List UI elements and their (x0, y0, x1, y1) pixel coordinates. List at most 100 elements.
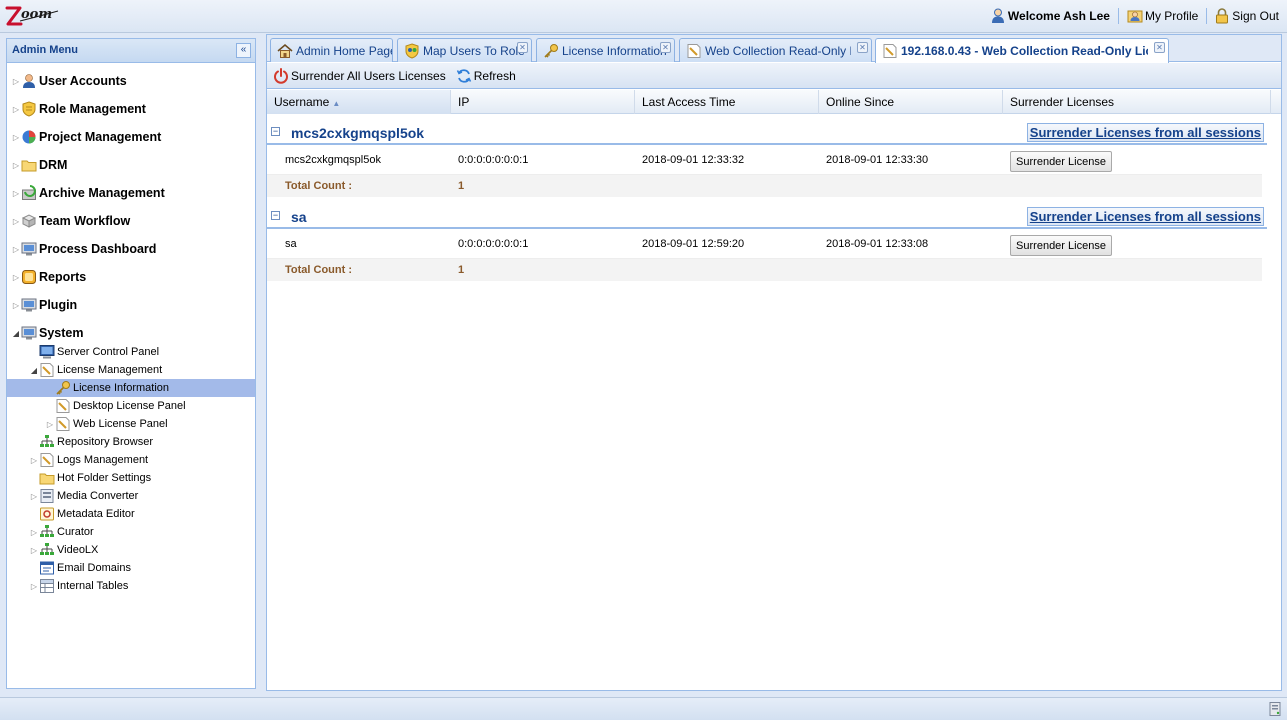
tab-strip: Admin Home Page Map Users To Role ✕ Lice… (267, 35, 1281, 63)
sidebar-item-internal-tables[interactable]: ▷ Internal Tables (7, 577, 255, 595)
close-icon[interactable]: ✕ (517, 42, 528, 53)
expand-arrow-icon[interactable]: ▷ (11, 245, 21, 254)
surrender-all-licenses-button[interactable]: Surrender All Users Licenses (273, 67, 446, 84)
sidebar-item-license-management[interactable]: ◢ License Management (7, 361, 255, 379)
group-header: − mcs2cxkgmqspl5ok Surrender Licenses fr… (267, 121, 1267, 145)
sign-out-link[interactable]: Sign Out (1215, 8, 1279, 24)
admin-menu-title: Admin Menu (12, 44, 78, 56)
surrender-licenses-all-sessions-button[interactable]: Surrender Licenses from all sessions (1026, 207, 1264, 226)
status-bar (0, 697, 1287, 720)
sidebar-item-system[interactable]: ◢ System (7, 321, 255, 345)
sidebar-item-role-management[interactable]: ▷ Role Management (7, 97, 255, 121)
table-row: sa 0:0:0:0:0:0:0:1 2018-09-01 12:59:20 2… (267, 231, 1262, 259)
sidebar-item-team-workflow[interactable]: ▷ Team Workflow (7, 209, 255, 233)
grid-header: Username ▲ IP Last Access Time Online Sin… (267, 90, 1281, 114)
total-count-label: Total Count : (285, 180, 352, 192)
sidebar-item-drm[interactable]: ▷ DRM (7, 153, 255, 177)
sidebar-item-license-information[interactable]: License Information (7, 379, 255, 397)
close-icon[interactable]: ✕ (1154, 42, 1165, 53)
total-count-row: Total Count : 1 (267, 259, 1262, 281)
expand-arrow-icon[interactable]: ▷ (29, 528, 39, 537)
expand-arrow-icon[interactable]: ▷ (11, 301, 21, 310)
collapse-group-icon[interactable]: − (271, 127, 280, 136)
refresh-button[interactable]: Refresh (456, 68, 516, 84)
sidebar-item-server-control-panel[interactable]: Server Control Panel (7, 343, 255, 361)
sidebar-item-user-accounts[interactable]: ▷ User Accounts (7, 69, 255, 93)
sidebar-item-email-domains[interactable]: Email Domains (7, 559, 255, 577)
license-icon (39, 452, 55, 468)
expand-arrow-icon[interactable]: ▷ (11, 161, 21, 170)
expand-arrow-icon[interactable]: ▷ (29, 546, 39, 555)
expand-arrow-icon[interactable]: ▷ (29, 492, 39, 501)
surrender-licenses-all-sessions-button[interactable]: Surrender Licenses from all sessions (1026, 123, 1264, 142)
tab-active-web-collection-license[interactable]: 192.168.0.43 - Web Collection Read-Only … (875, 38, 1169, 63)
tab-license-information[interactable]: License Information ✕ (536, 38, 675, 62)
surrender-license-button[interactable]: Surrender License (1010, 235, 1112, 256)
expand-arrow-icon[interactable]: ▷ (45, 420, 55, 429)
collapse-group-icon[interactable]: − (271, 211, 280, 220)
tab-web-collection-read-only-license[interactable]: Web Collection Read-Only Licen ✕ (679, 38, 872, 62)
sidebar-item-project-management[interactable]: ▷ Project Management (7, 125, 255, 149)
total-count-row: Total Count : 1 (267, 175, 1262, 197)
sidebar-item-hot-folder-settings[interactable]: Hot Folder Settings (7, 469, 255, 487)
expand-arrow-icon[interactable]: ▷ (11, 273, 21, 282)
sidebar-item-repository-browser[interactable]: Repository Browser (7, 433, 255, 451)
my-profile-link[interactable]: My Profile (1127, 8, 1198, 24)
collapse-arrow-icon[interactable]: ◢ (11, 329, 21, 338)
license-icon (55, 416, 71, 432)
username-cell: mcs2cxkgmqspl5ok (285, 154, 381, 166)
tree-icon (39, 434, 55, 450)
ip-cell: 0:0:0:0:0:0:0:1 (458, 238, 529, 250)
zoom-logo: oom (4, 2, 60, 30)
close-icon[interactable]: ✕ (660, 42, 671, 53)
sidebar-item-plugin[interactable]: ▷ Plugin (7, 293, 255, 317)
expand-arrow-icon[interactable]: ▷ (29, 582, 39, 591)
group-name: sa (291, 209, 307, 225)
sort-ascending-icon: ▲ (332, 99, 341, 108)
converter-icon (39, 488, 55, 504)
sidebar-item-desktop-license-panel[interactable]: Desktop License Panel (7, 397, 255, 415)
key-icon (55, 380, 71, 396)
sidebar-item-archive-management[interactable]: ▷ Archive Management (7, 181, 255, 205)
main-panel: Admin Home Page Map Users To Role ✕ Lice… (266, 34, 1282, 691)
folder-icon (21, 157, 37, 173)
sidebar-item-metadata-editor[interactable]: Metadata Editor (7, 505, 255, 523)
divider (1117, 8, 1119, 24)
server-status-icon (1267, 701, 1283, 717)
close-icon[interactable]: ✕ (857, 42, 868, 53)
expand-arrow-icon[interactable]: ▷ (29, 456, 39, 465)
sidebar-item-curator[interactable]: ▷ Curator (7, 523, 255, 541)
surrender-license-button[interactable]: Surrender License (1010, 151, 1112, 172)
tab-map-users-to-role[interactable]: Map Users To Role ✕ (397, 38, 532, 62)
column-header-last-access-time[interactable]: Last Access Time (635, 90, 819, 114)
expand-arrow-icon[interactable]: ▷ (11, 133, 21, 142)
sidebar-item-process-dashboard[interactable]: ▷ Process Dashboard (7, 237, 255, 261)
online-since-cell: 2018-09-01 12:33:30 (826, 154, 929, 166)
column-header-username[interactable]: Username ▲ (267, 90, 451, 114)
system-icon (21, 325, 37, 341)
archive-icon (21, 185, 37, 201)
sign-out-label: Sign Out (1232, 9, 1279, 23)
sidebar-item-videolx[interactable]: ▷ VideoLX (7, 541, 255, 559)
column-header-online-since[interactable]: Online Since (819, 90, 1003, 114)
column-header-surrender-licenses[interactable]: Surrender Licenses (1003, 90, 1271, 114)
collapse-panel-button[interactable]: « (236, 43, 251, 58)
tab-admin-home-page[interactable]: Admin Home Page (270, 38, 393, 62)
table-icon (39, 578, 55, 594)
plugin-icon (21, 297, 37, 313)
column-header-ip[interactable]: IP (451, 90, 635, 114)
total-count-value: 1 (458, 180, 465, 192)
profile-icon (1127, 8, 1143, 24)
shield-icon (21, 101, 37, 117)
license-icon (55, 398, 71, 414)
sidebar-item-media-converter[interactable]: ▷ Media Converter (7, 487, 255, 505)
sidebar-item-web-license-panel[interactable]: ▷ Web License Panel (7, 415, 255, 433)
expand-arrow-icon[interactable]: ▷ (11, 217, 21, 226)
expand-arrow-icon[interactable]: ▷ (11, 189, 21, 198)
sidebar-item-logs-management[interactable]: ▷ Logs Management (7, 451, 255, 469)
expand-arrow-icon[interactable]: ▷ (11, 77, 21, 86)
collapse-arrow-icon[interactable]: ◢ (29, 366, 39, 375)
sidebar-item-reports[interactable]: ▷ Reports (7, 265, 255, 289)
reports-icon (21, 269, 37, 285)
expand-arrow-icon[interactable]: ▷ (11, 105, 21, 114)
